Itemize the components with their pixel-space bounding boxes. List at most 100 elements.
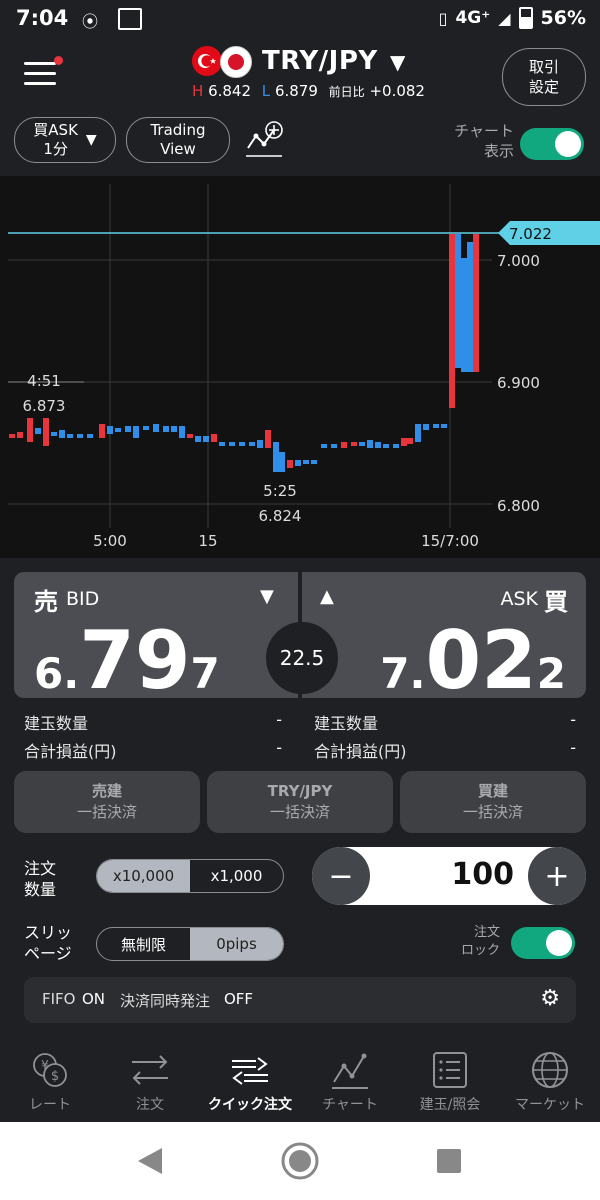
candle	[303, 460, 309, 464]
candle	[143, 426, 149, 430]
fifo-settings-bar[interactable]: FIFO ON 決済同時発注 OFF ⚙	[24, 977, 576, 1023]
ask-price: 7.022	[380, 614, 566, 707]
sell-qty-value: -	[276, 710, 282, 729]
candle	[341, 442, 347, 448]
yen-dollar-icon: ¥$	[33, 1053, 67, 1087]
rate-interval-label: 1分	[43, 140, 68, 158]
add-indicator-icon[interactable]	[244, 118, 286, 160]
status-time: 7:04	[16, 6, 69, 30]
buy-pnl-label: 合計損益(円)	[314, 742, 407, 761]
home-icon[interactable]	[281, 1142, 319, 1180]
nav-quick-order-label: クイック注文	[208, 1097, 292, 1113]
settle-buy-line2: 一括決済	[462, 803, 523, 821]
nav-market-label: マーケット	[515, 1097, 585, 1113]
settle-pair-all-button[interactable]: TRY/JPY 一括決済	[207, 771, 393, 833]
nav-chart[interactable]: チャート	[300, 1046, 400, 1118]
signal-icon: ◢	[498, 8, 511, 28]
candle	[279, 452, 285, 472]
currency-pair-title[interactable]: TRY/JPY	[262, 46, 378, 76]
candle	[59, 430, 65, 438]
candle	[195, 436, 201, 442]
candle	[67, 434, 73, 438]
rate-type-selector[interactable]: 買ASK 1分 ▼	[14, 117, 116, 163]
sell-pnl-label: 合計損益(円)	[24, 742, 117, 761]
candle	[9, 434, 15, 438]
settle-buy-all-button[interactable]: 買建 一括決済	[400, 771, 586, 833]
ask-kanji: 買	[544, 588, 568, 616]
japan-flag-icon	[220, 46, 252, 78]
quantity-plus-button[interactable]: +	[528, 847, 586, 905]
candle	[249, 442, 255, 446]
buy-qty-label: 建玉数量	[314, 714, 379, 733]
candle	[35, 428, 41, 434]
candle	[107, 426, 113, 434]
high-annotation-time: 4:51	[27, 372, 61, 390]
nav-positions[interactable]: 建玉/照会	[400, 1046, 500, 1118]
back-icon[interactable]	[136, 1146, 164, 1176]
multiplier-segment[interactable]: x10,000 x1,000	[96, 859, 284, 893]
high-annotation-price: 6.873	[23, 397, 66, 415]
trade-settings-line1: 取引	[528, 58, 559, 76]
candle	[99, 424, 105, 438]
recents-icon[interactable]	[436, 1148, 462, 1174]
notification-dot	[54, 56, 63, 65]
ask-panel[interactable]: ▲ ASK 買 7.022	[302, 572, 586, 707]
bid-kanji: 売	[34, 588, 58, 616]
simul-order-label: 決済同時発注	[120, 992, 211, 1010]
candle	[375, 442, 381, 448]
slippage-segment[interactable]: 無制限 0pips	[96, 927, 284, 961]
bid-price-suffix: 7	[190, 649, 220, 698]
settle-sell-line2: 一括決済	[76, 803, 137, 821]
trade-settings-button[interactable]: 取引 設定	[502, 48, 586, 106]
quantity-minus-button[interactable]: −	[312, 847, 370, 905]
ask-price-prefix: 7.	[380, 649, 426, 698]
settle-sell-all-button[interactable]: 売建 一括決済	[14, 771, 200, 833]
tradingview-button[interactable]: Trading View	[126, 117, 230, 163]
nav-rate[interactable]: ¥ $ レート	[0, 1046, 100, 1118]
chart-display-toggle[interactable]	[520, 128, 584, 160]
candle	[455, 234, 461, 368]
nav-market[interactable]: マーケット	[500, 1046, 600, 1118]
bid-panel[interactable]: 売 BID ▼ 6.797	[14, 572, 298, 707]
buy-qty-value: -	[570, 710, 576, 729]
candle	[43, 418, 49, 446]
order-lock-label-1: 注文	[473, 925, 500, 940]
fifo-value: ON	[82, 990, 106, 1008]
candle	[87, 434, 93, 438]
rate-type-label: 買ASK	[33, 121, 78, 139]
candle	[401, 438, 407, 446]
buy-pnl-row: 合計損益(円) -	[314, 738, 576, 766]
sell-pnl-value: -	[276, 738, 282, 757]
candle	[441, 424, 447, 428]
multiplier-1000[interactable]: x1,000	[190, 860, 283, 892]
nav-quick-order[interactable]: クイック注文	[200, 1046, 300, 1118]
tradingview-line2: View	[160, 140, 196, 158]
settle-pair-line1: TRY/JPY	[267, 782, 333, 800]
slippage-unlimited[interactable]: 無制限	[97, 928, 190, 960]
ask-label: ASK	[500, 588, 538, 610]
bid-label: BID	[66, 588, 100, 610]
rate-dropdown-icon: ▼	[85, 131, 97, 148]
candle	[265, 430, 271, 448]
quick-order-icon	[232, 1057, 268, 1085]
gear-icon[interactable]: ⚙	[540, 986, 560, 1011]
chart-canvas[interactable]: 7.022 7.000 6.900 6.800 5:00 15 15/7:00 …	[0, 176, 600, 558]
slippage-0pips[interactable]: 0pips	[190, 928, 283, 960]
bid-price: 6.797	[34, 614, 220, 707]
order-qty-label-2: 数量	[24, 880, 57, 899]
multiplier-10000[interactable]: x10,000	[97, 860, 190, 892]
nav-order[interactable]: 注文	[100, 1046, 200, 1118]
quantity-value[interactable]: 100	[451, 857, 514, 892]
quantity-stepper[interactable]: − 100 +	[312, 847, 586, 905]
candle	[257, 440, 263, 448]
order-lock-toggle[interactable]	[511, 927, 575, 959]
candle	[331, 444, 337, 448]
slippage-label-2: ページ	[24, 944, 72, 963]
simul-order-value: OFF	[224, 990, 254, 1008]
low-annotation-price: 6.824	[259, 507, 302, 525]
menu-icon[interactable]	[24, 58, 58, 88]
price-chart[interactable]: 7.022 7.000 6.900 6.800 5:00 15 15/7:00 …	[0, 176, 600, 558]
pair-dropdown-icon[interactable]: ▼	[390, 50, 405, 74]
sell-pnl-row: 合計損益(円) -	[24, 738, 282, 766]
candle	[449, 234, 455, 408]
